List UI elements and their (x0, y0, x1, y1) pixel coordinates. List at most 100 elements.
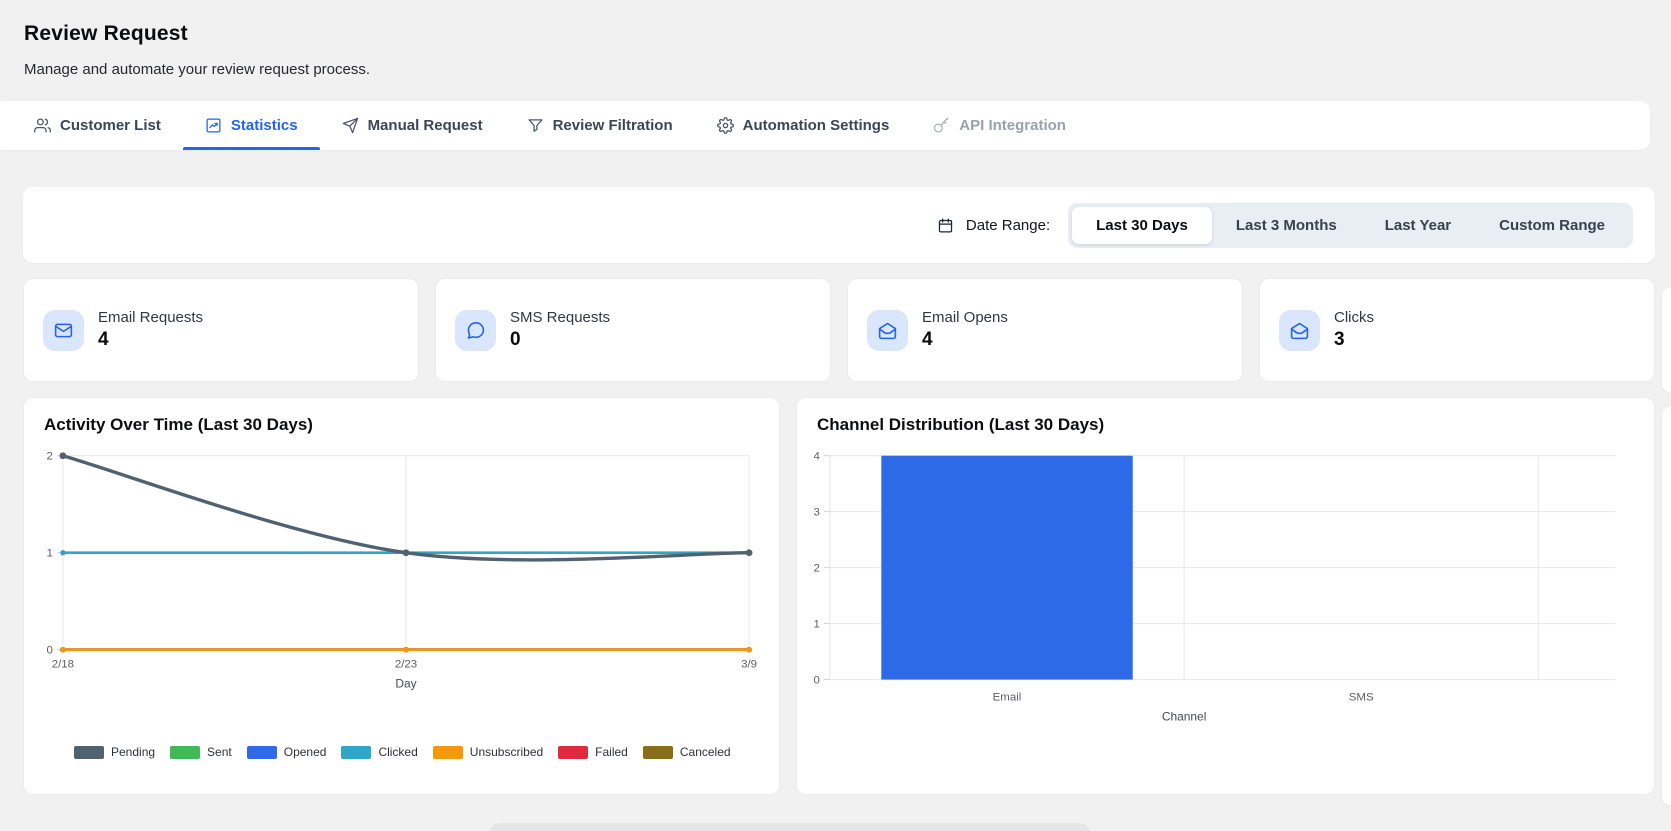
legend-swatch (170, 745, 201, 759)
tab-api-integration[interactable]: API Integration (911, 101, 1088, 150)
calendar-icon (937, 217, 954, 234)
legend-swatch (74, 745, 104, 759)
tab-label: API Integration (959, 117, 1066, 134)
below-fold-element-edge (490, 823, 1090, 831)
series-point-unsubscribed (403, 647, 409, 653)
stat-card-email-opens: Email Opens 4 (847, 278, 1243, 382)
page-subtitle: Manage and automate your review request … (24, 61, 371, 78)
date-range-card: Date Range: Last 30 Days Last 3 Months Las… (23, 187, 1655, 263)
tab-statistics[interactable]: Statistics (182, 101, 320, 150)
stat-label: Email Opens (922, 309, 1008, 326)
stat-icon-box (43, 309, 84, 351)
legend-swatch (642, 745, 673, 759)
svg-text:2/18: 2/18 (52, 659, 74, 671)
legend-swatch (246, 745, 277, 759)
mail-open-icon (1290, 322, 1309, 339)
stat-icon-box (455, 309, 496, 351)
stat-value: 0 (510, 329, 521, 350)
svg-text:Email: Email (993, 691, 1022, 703)
series-point-pending (745, 549, 753, 557)
legend-label: Canceled (679, 745, 731, 759)
stat-icon-box (867, 309, 908, 351)
activity-line-chart: 0 1 2 2/18 2/23 3/9 Day (47, 451, 758, 691)
page-title: Review Request (24, 22, 188, 45)
mail-icon (54, 323, 73, 337)
stat-label: Clicks (1334, 309, 1374, 326)
legend-swatch (558, 745, 589, 759)
stat-value: 4 (98, 329, 109, 350)
date-option-last-30-days[interactable]: Last 30 Days (1072, 206, 1212, 244)
charts-row: Activity Over Time (Last 30 Days) 0 1 2 2/1… (23, 397, 1655, 795)
legend-item-opened[interactable]: Opened (246, 745, 327, 759)
tab-label: Review Filtration (552, 117, 673, 134)
legend-item-canceled[interactable]: Canceled (642, 745, 731, 759)
tab-bar: Customer List Statistics Manual Request Rev… (0, 101, 1650, 150)
series-point-pending (59, 452, 67, 460)
legend-item-sent[interactable]: Sent (170, 745, 232, 759)
legend-label: Pending (111, 745, 156, 759)
legend-label: Clicked (378, 745, 418, 759)
mail-open-icon (878, 322, 897, 339)
svg-text:0: 0 (47, 645, 53, 657)
key-icon (934, 117, 949, 133)
series-point-clicked (60, 550, 66, 556)
line-chart-icon (206, 118, 221, 133)
channel-chart-card: Channel Distribution (Last 30 Days) 0123… (796, 397, 1655, 795)
legend-swatch (432, 745, 463, 759)
stats-row: Email Requests 4 SMS Requests 0 Email Opens 4… (23, 278, 1655, 382)
page-header: Review Request Manage and automate your … (0, 0, 1671, 78)
stat-icon-box (1279, 309, 1320, 351)
bar-email (881, 455, 1133, 680)
series-point-unsubscribed (60, 647, 66, 653)
svg-text:2/23: 2/23 (395, 659, 417, 671)
svg-text:3: 3 (814, 507, 820, 519)
legend-label: Unsubscribed (469, 745, 544, 759)
chat-bubble-icon (467, 321, 485, 339)
tab-manual-request[interactable]: Manual Request (320, 101, 505, 150)
series-point-pending (402, 549, 410, 557)
main-content: Date Range: Last 30 Days Last 3 Months Las… (23, 187, 1655, 795)
legend-item-failed[interactable]: Failed (558, 745, 628, 759)
legend-item-clicked[interactable]: Clicked (341, 745, 418, 759)
svg-text:2: 2 (814, 563, 820, 575)
legend-label: Opened (283, 745, 327, 759)
stat-value: 4 (922, 329, 933, 350)
date-option-last-year[interactable]: Last Year (1361, 207, 1475, 244)
legend-label: Failed (595, 745, 628, 759)
tab-label: Statistics (230, 117, 298, 134)
stat-card-clicks: Clicks 3 (1259, 278, 1655, 382)
overflow-card-sliver-charts (1662, 407, 1671, 805)
tab-label: Manual Request (367, 117, 483, 134)
date-range-label: Date Range: (965, 216, 1051, 234)
svg-text:2: 2 (47, 451, 53, 463)
activity-chart-card: Activity Over Time (Last 30 Days) 0 1 2 2/1… (23, 397, 780, 795)
stat-value: 3 (1334, 329, 1345, 350)
stat-card-sms-requests: SMS Requests 0 (435, 278, 831, 382)
gear-icon (716, 117, 734, 134)
users-icon (34, 118, 51, 133)
svg-text:Channel: Channel (1162, 709, 1207, 723)
svg-text:3/9: 3/9 (741, 659, 757, 671)
legend-label: Sent (207, 745, 232, 759)
tab-automation-settings[interactable]: Automation Settings (695, 101, 912, 150)
legend-item-pending[interactable]: Pending (74, 745, 155, 759)
stat-card-email-requests: Email Requests 4 (23, 278, 419, 382)
svg-text:1: 1 (47, 548, 53, 560)
series-point-unsubscribed (746, 647, 752, 653)
send-icon (342, 117, 358, 134)
date-option-last-3-months[interactable]: Last 3 Months (1212, 207, 1361, 244)
tab-label: Customer List (60, 117, 161, 134)
legend-item-unsubscribed[interactable]: Unsubscribed (432, 745, 544, 759)
overflow-card-sliver-stats (1662, 288, 1671, 392)
review-request-page: Review Request Manage and automate your … (0, 0, 1671, 831)
stat-label: Email Requests (98, 309, 204, 326)
channel-bar-chart: 0 1 2 3 4 Email SMS Channel (814, 451, 1616, 723)
svg-text:4: 4 (814, 451, 821, 463)
tab-customer-list[interactable]: Customer List (12, 101, 183, 150)
calendar-icon (938, 217, 953, 233)
svg-text:SMS: SMS (1349, 691, 1374, 703)
tab-review-filtration[interactable]: Review Filtration (505, 101, 695, 150)
tab-label: Automation Settings (742, 117, 890, 134)
date-option-custom-range[interactable]: Custom Range (1475, 207, 1629, 244)
stat-label: SMS Requests (510, 309, 611, 326)
